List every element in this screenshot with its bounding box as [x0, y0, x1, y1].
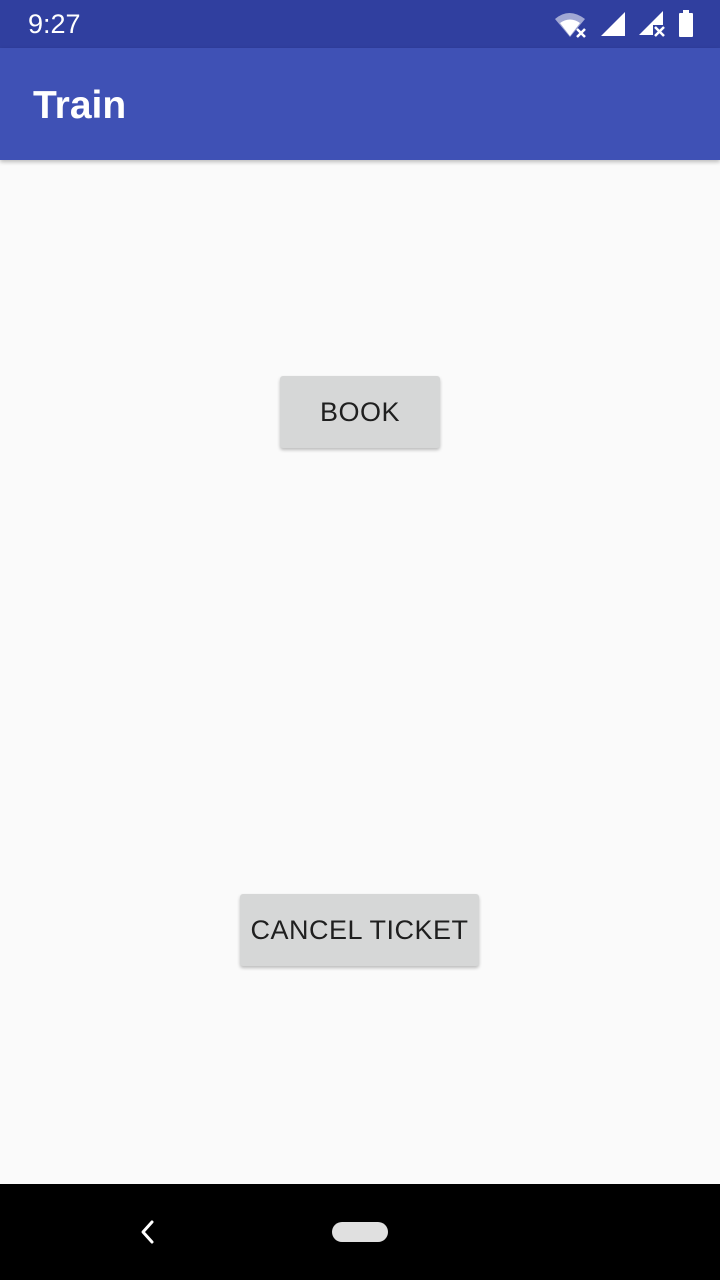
signal-icon	[600, 11, 626, 37]
book-button[interactable]: BOOK	[280, 376, 440, 448]
app-bar: Train	[0, 48, 720, 160]
status-icons	[554, 10, 694, 38]
signal-off-icon	[638, 10, 666, 38]
status-bar: 9:27	[0, 0, 720, 48]
cancel-ticket-button[interactable]: CANCEL TICKET	[240, 894, 479, 966]
screen: 9:27 Train BOOK CANCEL TICKET	[0, 0, 720, 1280]
battery-icon	[678, 10, 694, 38]
navigation-bar	[0, 1184, 720, 1280]
page-title: Train	[33, 84, 127, 127]
status-time: 9:27	[28, 9, 81, 39]
home-pill-icon[interactable]	[332, 1222, 388, 1242]
back-icon[interactable]	[134, 1216, 162, 1248]
wifi-off-icon	[554, 10, 588, 38]
